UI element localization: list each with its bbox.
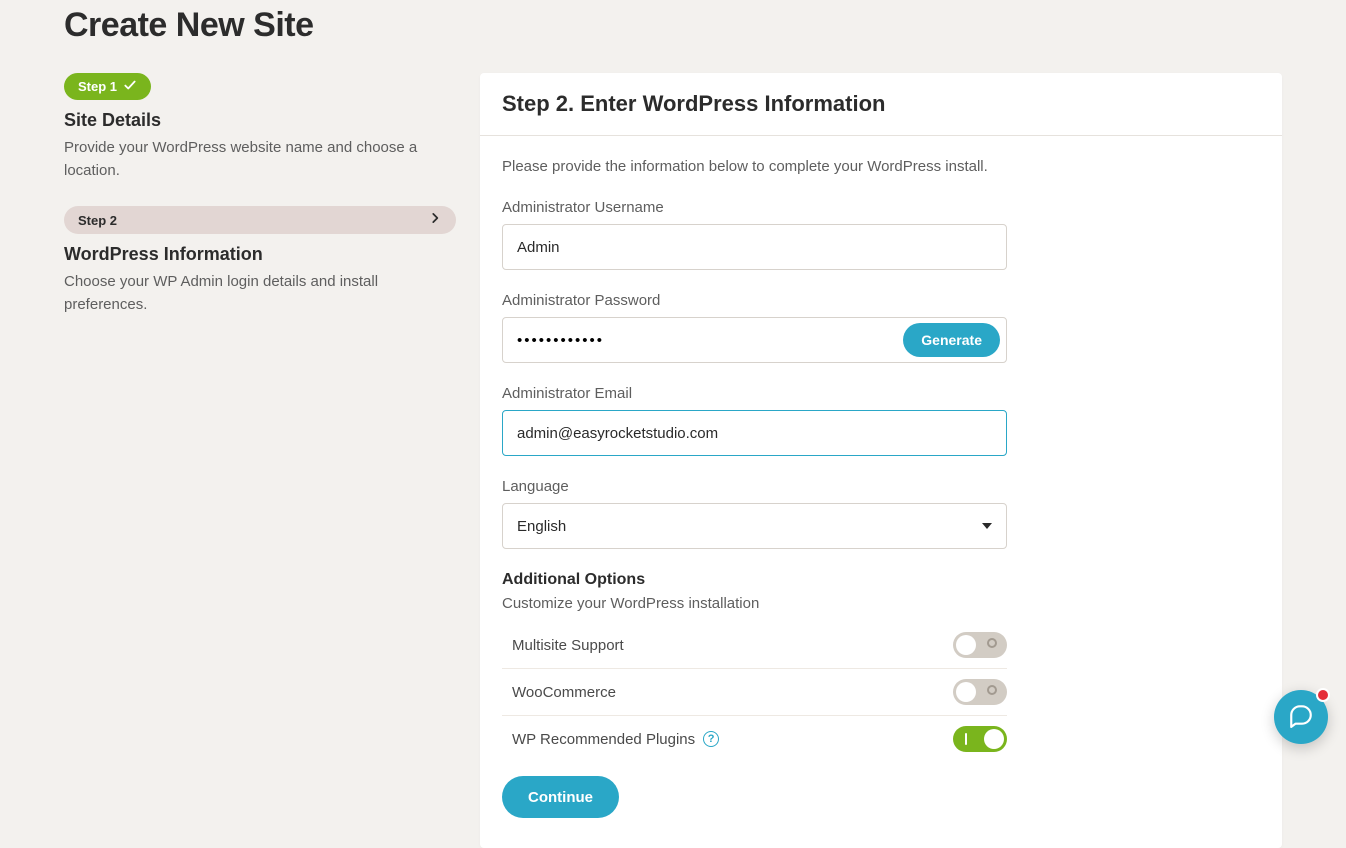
step-1-chip[interactable]: Step 1	[64, 73, 151, 100]
password-label: Administrator Password	[502, 292, 1260, 309]
admin-email-input[interactable]	[502, 410, 1007, 456]
step-1-chip-label: Step 1	[78, 79, 117, 94]
toggle-wp-plugins[interactable]	[953, 726, 1007, 752]
chevron-right-icon	[428, 211, 442, 229]
step-1-block: Step 1 Site Details Provide your WordPre…	[64, 73, 456, 182]
toggle-off-icon	[987, 685, 997, 695]
panel-intro: Please provide the information below to …	[502, 158, 1260, 175]
step-2-bar-label: Step 2	[78, 213, 117, 228]
password-wrap: Generate	[502, 317, 1007, 363]
toggle-multisite[interactable]	[953, 632, 1007, 658]
password-group: Administrator Password Generate	[502, 292, 1260, 363]
chat-icon	[1288, 702, 1314, 732]
generate-password-button[interactable]: Generate	[903, 323, 1000, 357]
admin-username-input[interactable]	[502, 224, 1007, 270]
language-group: Language English	[502, 478, 1260, 549]
step-1-title: Site Details	[64, 110, 456, 131]
additional-options-heading: Additional Options	[502, 571, 1260, 589]
language-select[interactable]: English	[502, 503, 1007, 549]
toggle-off-icon	[987, 638, 997, 648]
check-icon	[123, 78, 137, 95]
toggle-on-icon	[965, 733, 967, 745]
additional-options-desc: Customize your WordPress installation	[502, 595, 1260, 612]
continue-button[interactable]: Continue	[502, 776, 619, 818]
wizard-stepper: Step 1 Site Details Provide your WordPre…	[64, 73, 456, 340]
option-row-multisite: Multisite Support	[502, 622, 1007, 669]
option-label-multisite: Multisite Support	[512, 637, 624, 654]
panel-heading: Step 2. Enter WordPress Information	[502, 91, 1260, 117]
username-group: Administrator Username	[502, 199, 1260, 270]
page-title: Create New Site	[64, 0, 1282, 45]
wizard-panel: Step 2. Enter WordPress Information Plea…	[480, 73, 1282, 848]
option-row-woocommerce: WooCommerce	[502, 669, 1007, 716]
toggle-woocommerce[interactable]	[953, 679, 1007, 705]
email-label: Administrator Email	[502, 385, 1260, 402]
additional-options-section: Additional Options Customize your WordPr…	[502, 571, 1260, 762]
step-2-desc: Choose your WP Admin login details and i…	[64, 271, 456, 316]
language-label: Language	[502, 478, 1260, 495]
step-2-bar[interactable]: Step 2	[64, 206, 456, 234]
email-group: Administrator Email	[502, 385, 1260, 456]
step-2-block: Step 2 WordPress Information Choose your…	[64, 206, 456, 316]
option-row-wp-plugins: WP Recommended Plugins ?	[502, 716, 1007, 762]
language-selected-value: English	[517, 518, 566, 535]
caret-down-icon	[982, 523, 992, 529]
admin-password-input[interactable]	[503, 318, 903, 362]
chat-widget-button[interactable]	[1274, 690, 1328, 744]
notification-badge	[1316, 688, 1330, 702]
option-label-woocommerce: WooCommerce	[512, 684, 616, 701]
step-2-title: WordPress Information	[64, 244, 456, 265]
step-1-desc: Provide your WordPress website name and …	[64, 137, 456, 182]
option-label-wp-plugins: WP Recommended Plugins ?	[512, 731, 719, 748]
panel-header: Step 2. Enter WordPress Information	[480, 73, 1282, 136]
username-label: Administrator Username	[502, 199, 1260, 216]
help-icon[interactable]: ?	[703, 731, 719, 747]
